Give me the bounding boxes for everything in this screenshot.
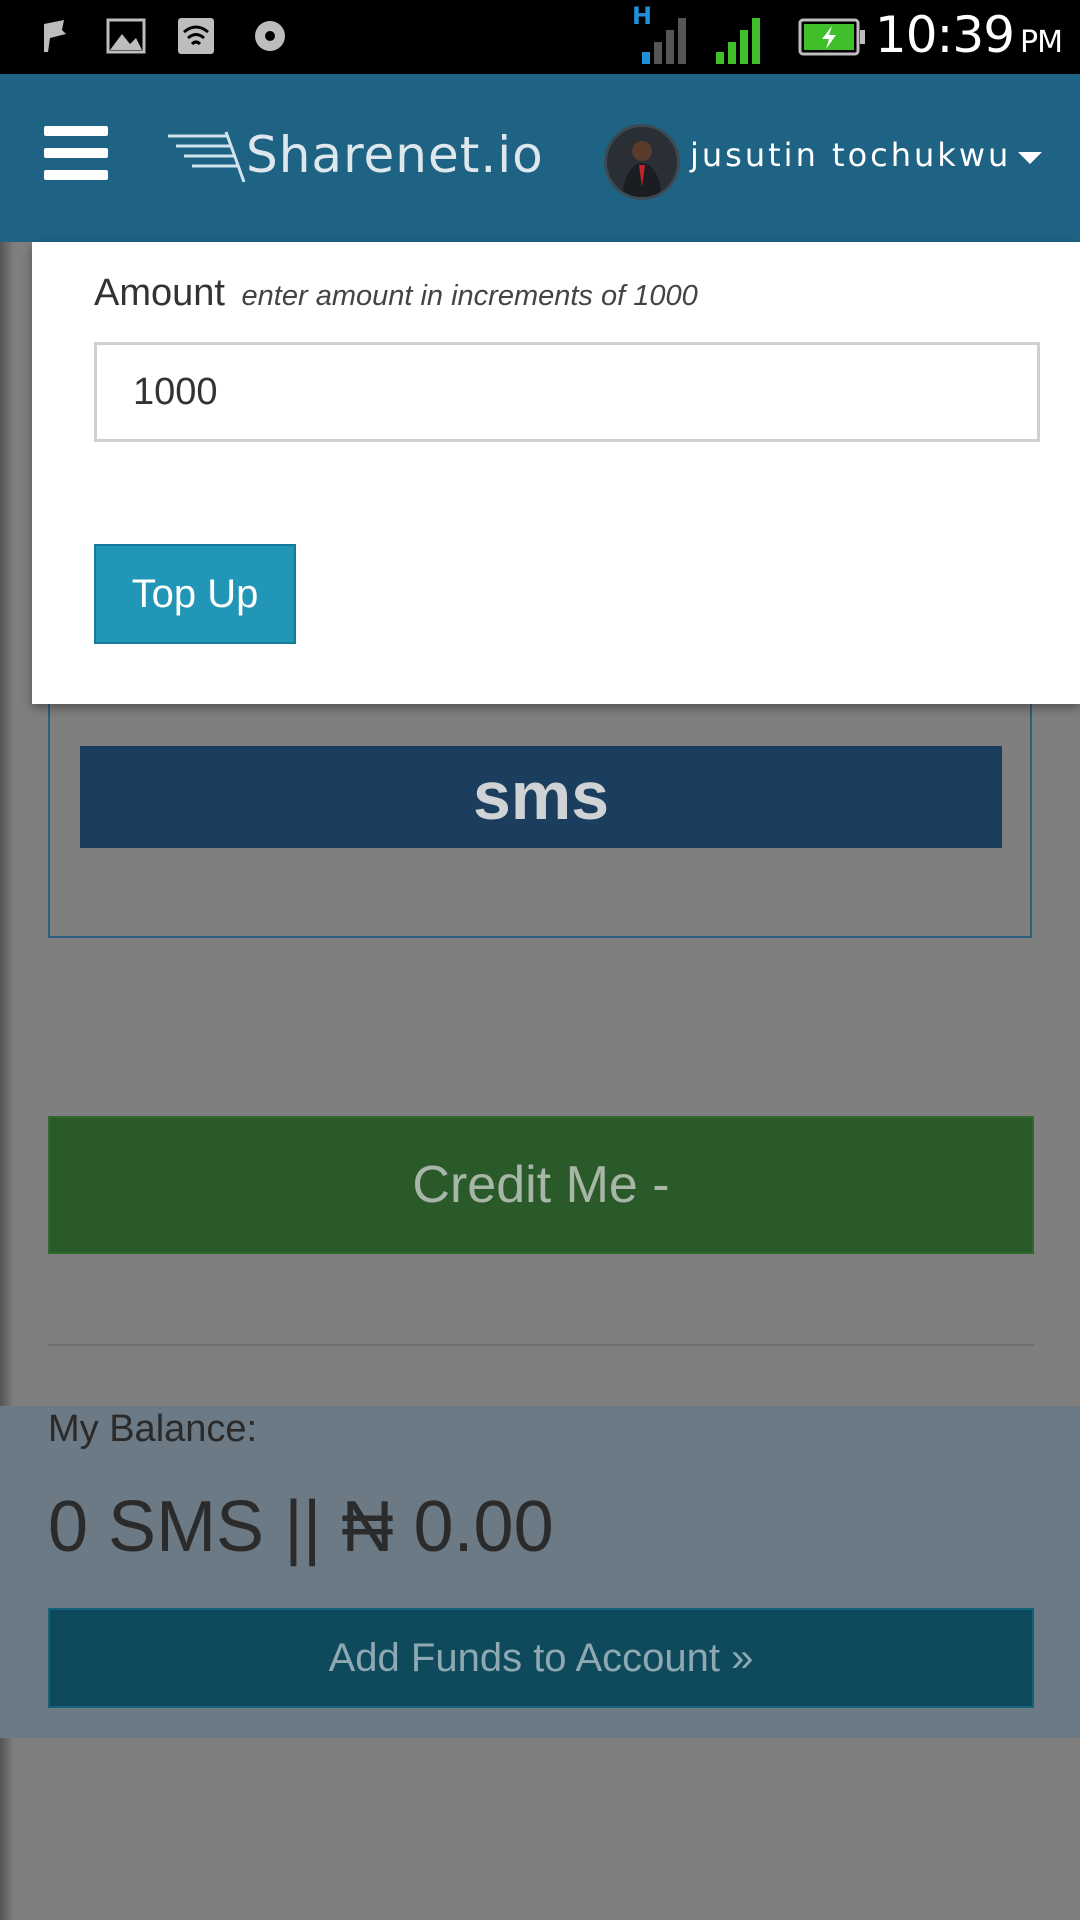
clock-time: 10:39 xyxy=(874,6,1015,64)
sms-service-button[interactable]: sms xyxy=(80,746,1002,848)
app-header: Sharenet.io jusutin tochukwu xyxy=(0,74,1080,242)
clock-ampm: PM xyxy=(1020,25,1063,60)
logo-text: Sharenet.io xyxy=(246,126,544,184)
signal-h-icon xyxy=(642,18,686,64)
amount-input[interactable] xyxy=(94,342,1040,442)
amount-label-text: Amount xyxy=(94,272,225,314)
image-icon xyxy=(106,18,146,54)
add-funds-button[interactable]: Add Funds to Account » xyxy=(48,1608,1034,1708)
brand-logo[interactable]: Sharenet.io xyxy=(166,122,566,192)
top-up-button[interactable]: Top Up xyxy=(94,544,296,644)
username[interactable]: jusutin tochukwu xyxy=(690,136,1011,174)
credit-me-button[interactable]: Credit Me - xyxy=(48,1116,1034,1254)
clock: 10:39 PM xyxy=(874,6,1063,64)
logo-speed-lines-icon xyxy=(168,131,246,183)
amount-label: Amount enter amount in increments of 100… xyxy=(94,272,698,315)
radio-icon xyxy=(255,21,285,51)
battery-charging-icon xyxy=(798,18,865,56)
menu-icon[interactable] xyxy=(44,126,108,180)
divider xyxy=(48,1344,1034,1346)
chevron-down-icon[interactable] xyxy=(1018,152,1042,164)
wifi-icon xyxy=(178,18,214,54)
signal-icon xyxy=(716,18,760,64)
notification-icon xyxy=(44,20,66,52)
balance-label: My Balance: xyxy=(48,1408,258,1450)
status-bar: H 10:39 PM xyxy=(0,0,1080,74)
avatar[interactable] xyxy=(604,124,680,200)
balance-value: 0 SMS || ₦ 0.00 xyxy=(48,1487,554,1567)
amount-hint: enter amount in increments of 1000 xyxy=(241,280,698,312)
